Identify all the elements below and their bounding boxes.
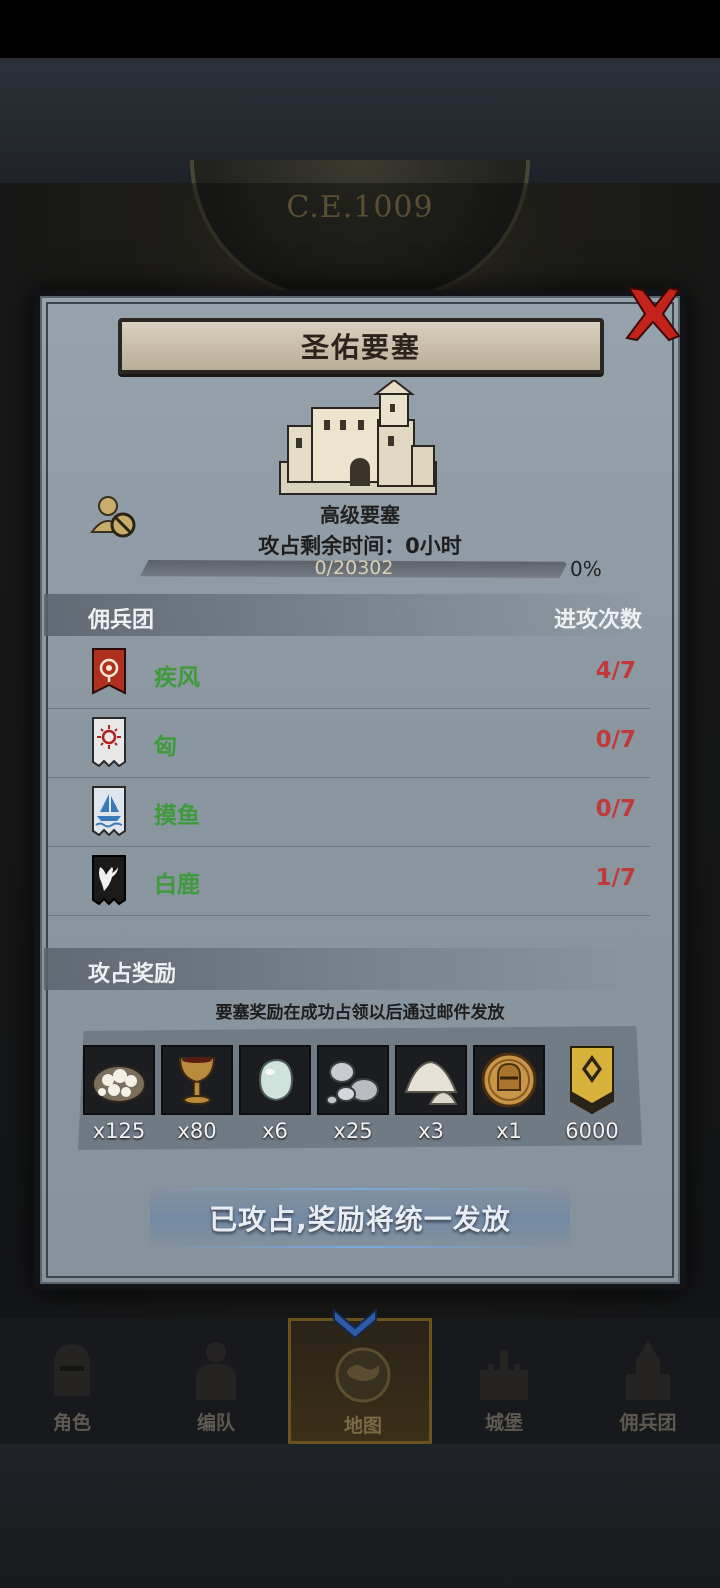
dialog-title-plaque: 圣佑要塞 [118, 318, 604, 374]
capture-progress-percent: 0% [570, 557, 602, 581]
reward-section-title: 攻占奖励 [88, 962, 177, 987]
reward-item[interactable]: x3 [395, 1045, 467, 1143]
nav-item-character[interactable]: 角色 [0, 1318, 144, 1444]
reward-slot [473, 1045, 545, 1115]
nav-label: 地图 [343, 1415, 382, 1437]
mercenary-name: 疾风 [154, 665, 200, 691]
capture-progress-label: 0/20302 [314, 557, 394, 579]
nav-label: 城堡 [484, 1412, 523, 1434]
reward-qty: x6 [262, 1119, 288, 1143]
mercenary-name: 白鹿 [154, 872, 200, 898]
reward-slot [239, 1045, 311, 1115]
nav-item-castle[interactable]: 城堡 [432, 1318, 576, 1444]
armored-knight-icon [196, 1342, 236, 1400]
bottom-system-bar [0, 1444, 720, 1588]
sun-sigil-banner-icon [92, 717, 126, 767]
reward-slot [395, 1045, 467, 1115]
reward-qty: x3 [418, 1119, 444, 1143]
nav-label: 编队 [196, 1412, 235, 1434]
reward-section-header: 攻占奖励 [44, 948, 644, 990]
attack-count: 0/7 [595, 727, 636, 753]
status-bar-area [0, 0, 720, 58]
attack-count: 0/7 [595, 796, 636, 822]
close-button[interactable] [622, 284, 684, 344]
reward-qty: x25 [333, 1119, 373, 1143]
close-icon [625, 286, 681, 342]
knight-coin-icon [481, 1052, 537, 1108]
attack-count: 4/7 [595, 658, 636, 684]
mercenary-row[interactable]: 匈 0/7 [46, 709, 650, 778]
reward-qty: x125 [92, 1119, 146, 1143]
reward-qty: x80 [177, 1119, 217, 1143]
salt-pile-icon [404, 1060, 458, 1105]
attack-count-header: 进攻次数 [553, 608, 642, 633]
mercenary-row[interactable]: 白鹿 1/7 [46, 847, 650, 916]
knight-helmet-icon [54, 1344, 90, 1396]
mercenary-section-header: 佣兵团 进攻次数 [44, 594, 644, 636]
fortress-level: 高级要塞 [320, 503, 400, 527]
silver-ore-icon [326, 1061, 379, 1105]
reward-note: 要塞奖励在成功占领以后通过邮件发放 [215, 1003, 505, 1023]
claim-status-text: 已攻占,奖励将统一发放 [209, 1203, 511, 1236]
fortress-castle-icon [279, 380, 437, 495]
dialog-title: 圣佑要塞 [300, 331, 421, 364]
reward-slot [556, 1045, 628, 1115]
attack-count: 1/7 [595, 865, 636, 891]
reward-item[interactable]: x25 [317, 1045, 389, 1143]
nav-item-mercenary[interactable]: 佣兵团 [576, 1318, 720, 1444]
reward-item[interactable]: x125 [83, 1045, 155, 1143]
reward-item[interactable]: 6000 [556, 1045, 628, 1143]
ship-sigil-banner-icon [92, 786, 126, 836]
honor-banner-icon [570, 1046, 614, 1115]
reward-item[interactable]: x80 [161, 1045, 233, 1143]
cotton-bundle-icon [92, 1065, 146, 1103]
mercenary-castle-icon [626, 1340, 670, 1400]
castle-icon [480, 1350, 528, 1400]
time-remaining: 攻占剩余时间：0小时 [258, 534, 462, 558]
mercenary-name: 摸鱼 [154, 803, 200, 829]
reward-qty: x1 [496, 1119, 522, 1143]
mercenary-row[interactable]: 摸鱼 0/7 [46, 778, 650, 847]
mercenary-section-title: 佣兵团 [88, 608, 155, 633]
mercenary-row[interactable]: 疾风 4/7 [46, 640, 650, 709]
reward-item[interactable]: x6 [239, 1045, 311, 1143]
claim-banner-top-line [150, 1188, 570, 1190]
mercenary-name: 匈 [154, 734, 177, 760]
nav-label: 佣兵团 [619, 1412, 677, 1434]
claim-banner-bottom-line [150, 1246, 570, 1248]
goblet-icon [178, 1057, 216, 1105]
eye-sigil-banner-icon [92, 648, 126, 695]
pearl-gem-icon [258, 1058, 294, 1102]
reward-qty: 6000 [565, 1119, 619, 1143]
reward-slot [83, 1045, 155, 1115]
reward-slot [317, 1045, 389, 1115]
reward-slot [161, 1045, 233, 1115]
nav-label: 角色 [52, 1412, 91, 1434]
reward-item[interactable]: x1 [473, 1045, 545, 1143]
claim-status-banner: 已攻占,奖励将统一发放 [150, 1186, 570, 1250]
stag-sigil-banner-icon [92, 855, 126, 905]
chevron-down-icon [333, 1307, 377, 1340]
nav-item-formation[interactable]: 编队 [144, 1318, 288, 1444]
world-map-icon [335, 1347, 391, 1403]
